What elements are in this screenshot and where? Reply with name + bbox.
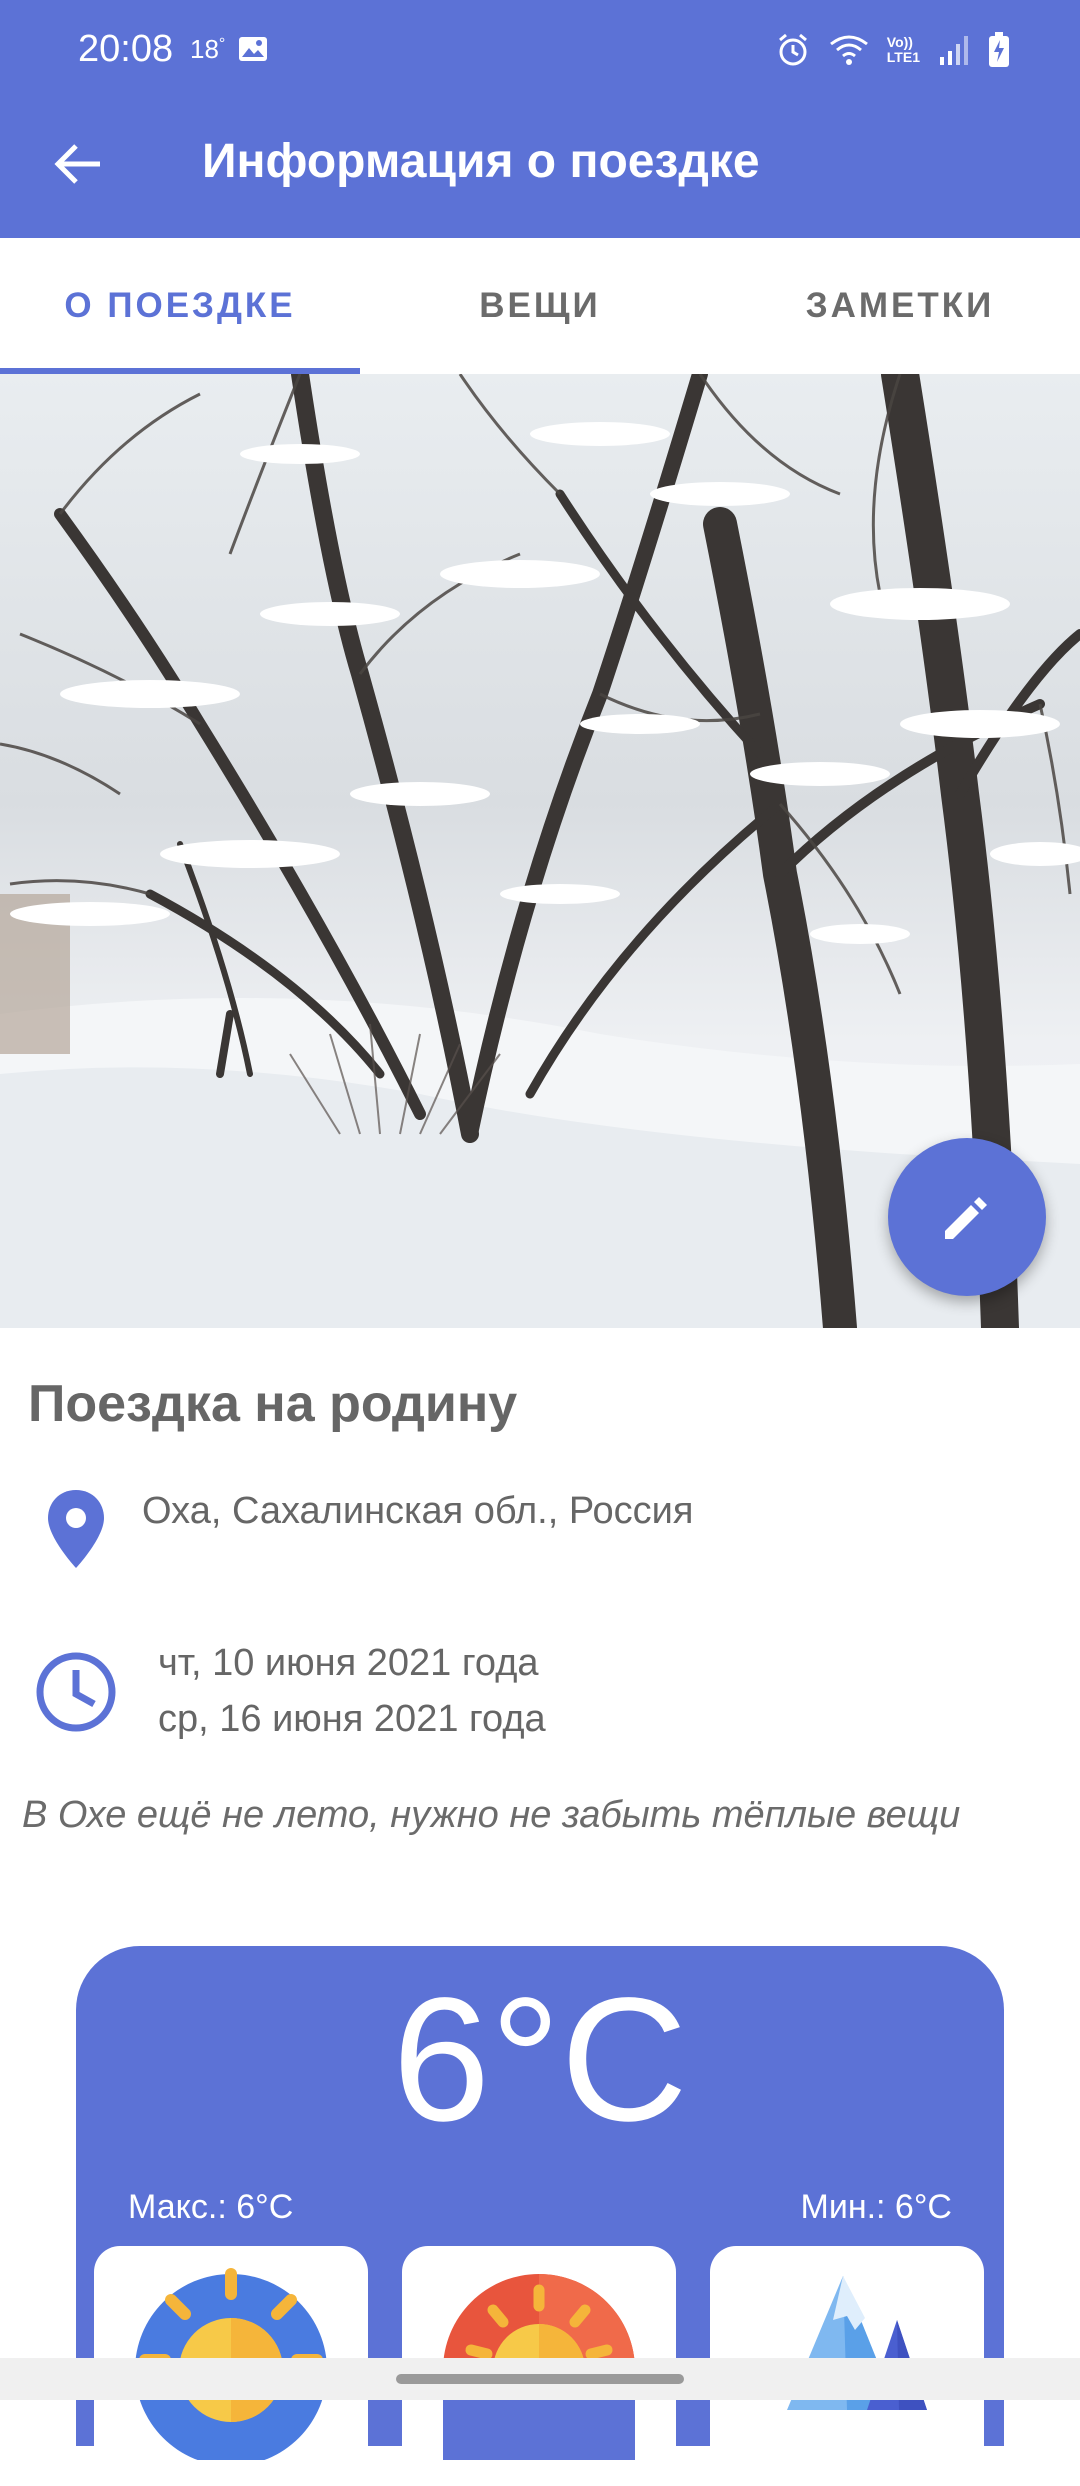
app-header: 20:08 18° Vo)) LTE1 Информация о поездке: [0, 0, 1080, 238]
network-lte-label: LTE1: [886, 49, 920, 65]
location-pin-icon: [48, 1490, 104, 1568]
trip-location-row: Оха, Сахалинская обл., Россия: [0, 1480, 1080, 1590]
tab-about-trip[interactable]: О ПОЕЗДКЕ: [0, 238, 360, 374]
status-icons: Vo)) LTE1: [775, 30, 1010, 70]
status-time: 20:08: [78, 28, 174, 70]
arrow-back-icon: [54, 144, 100, 184]
wifi-icon: [829, 35, 868, 65]
trip-end-date: ср, 16 июня 2021 года: [158, 1698, 546, 1740]
network-volte-label: Vo)): [886, 34, 913, 50]
tab-items[interactable]: ВЕЩИ: [360, 238, 720, 374]
signal-icon: [940, 36, 968, 65]
weather-temperature: 6°C: [392, 1962, 688, 2158]
status-temperature-value: 18: [190, 34, 219, 64]
home-gesture-handle[interactable]: [396, 2374, 684, 2384]
tab-notes[interactable]: ЗАМЕТКИ: [720, 238, 1080, 374]
toolbar: Информация о поездке: [0, 100, 1080, 238]
trip-location: Оха, Сахалинская обл., Россия: [142, 1490, 694, 1532]
clock-icon: [36, 1652, 116, 1732]
weather-min-temp: Мин.: 6°C: [800, 2188, 953, 2226]
battery-charging-icon: [989, 32, 1009, 67]
tab-bar: О ПОЕЗДКЕ ВЕЩИ ЗАМЕТКИ: [0, 238, 1080, 374]
trip-note: В Охе ещё не лето, нужно не забыть тёплы…: [22, 1794, 961, 1836]
edit-trip-button[interactable]: [888, 1138, 1046, 1296]
page-title: Информация о поездке: [202, 135, 760, 188]
status-bar: 20:08 18° Vo)) LTE1: [0, 0, 1080, 100]
edit-pencil-icon: [945, 1197, 987, 1239]
network-type-label: Vo)) LTE1: [887, 35, 920, 65]
system-nav-bar: [0, 2358, 1080, 2400]
status-temperature-unit: °: [218, 35, 226, 53]
image-icon: [239, 37, 267, 61]
alarm-icon: [778, 33, 807, 66]
trip-start-date: чт, 10 июня 2021 года: [158, 1642, 539, 1684]
back-button[interactable]: [40, 126, 116, 202]
weather-max-temp: Макс.: 6°C: [128, 2188, 294, 2226]
trip-dates-row: чт, 10 июня 2021 года ср, 16 июня 2021 г…: [0, 1640, 1080, 1760]
trip-title: Поездка на родину: [28, 1375, 518, 1433]
status-temperature: 18°: [190, 34, 225, 65]
